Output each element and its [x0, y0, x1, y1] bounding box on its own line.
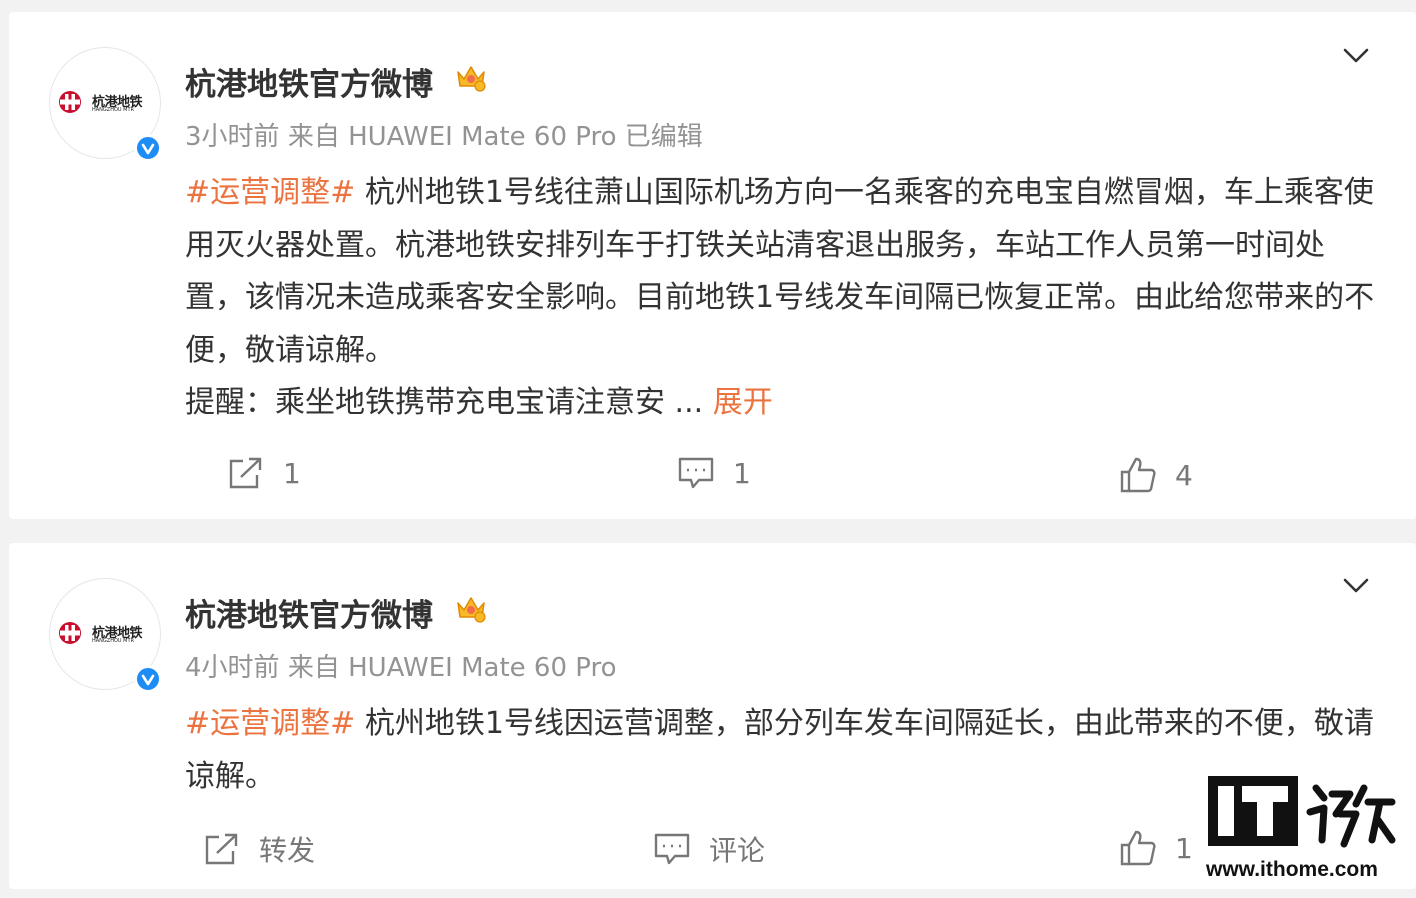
topic-tag[interactable]: #运营调整# — [185, 706, 355, 741]
chevron-down-icon[interactable] — [1342, 47, 1370, 65]
post-time: 3小时前 — [185, 122, 280, 152]
like-icon — [1120, 457, 1156, 493]
post-content: #运营调整# 杭州地铁1号线往萧山国际机场方向一名乘客的充电宝自燃冒烟，车上乘客… — [185, 167, 1380, 430]
repost-count: 1 — [283, 456, 301, 490]
like-button[interactable]: 4 — [1119, 456, 1193, 494]
crown-icon — [457, 597, 486, 623]
post-source: 来自 HUAWEI Mate 60 Pro — [287, 653, 617, 683]
ithome-logo — [1208, 776, 1396, 848]
repost-label: 转发 — [259, 834, 316, 867]
hangzhou-mtr-logo: 杭港地铁 HANGZHOU MTR — [58, 621, 154, 647]
post-meta: 3小时前 来自 HUAWEI Mate 60 Pro 已编辑 — [185, 116, 703, 153]
ithome-watermark: www.ithome.com — [1196, 768, 1406, 888]
hangzhou-mtr-logo: 杭港地铁 HANGZHOU MTR — [58, 90, 154, 116]
chevron-down-icon[interactable] — [1342, 577, 1370, 595]
watermark-url: www.ithome.com — [1206, 858, 1378, 881]
author-name[interactable]: 杭港地铁官方微博 — [185, 590, 433, 635]
reminder-text: 提醒：乘坐地铁携带充电宝请注意安 ... — [185, 385, 704, 420]
like-count: 4 — [1175, 458, 1193, 492]
avatar[interactable]: 杭港地铁 HANGZHOU MTR — [49, 578, 162, 693]
crown-icon — [457, 66, 486, 92]
post-meta: 4小时前 来自 HUAWEI Mate 60 Pro — [185, 647, 617, 684]
expand-link[interactable]: 展开 — [713, 385, 773, 420]
post-text: 杭州地铁1号线往萧山国际机场方向一名乘客的充电宝自燃冒烟，车上乘客使用灭火器处置… — [185, 175, 1375, 368]
like-icon — [1120, 830, 1156, 866]
logo-subtext: HANGZHOU MTR — [92, 107, 135, 113]
repost-button[interactable]: 转发 — [203, 829, 315, 869]
verified-icon — [134, 134, 162, 162]
verified-icon — [134, 665, 162, 693]
post-time: 4小时前 — [185, 653, 280, 683]
repost-icon — [229, 457, 262, 489]
repost-icon — [205, 833, 238, 865]
weibo-post: 杭港地铁 HANGZHOU MTR 杭港地铁官方微博 3小时前 来自 HUAWE… — [9, 12, 1416, 519]
comment-label: 评论 — [709, 834, 766, 867]
avatar[interactable]: 杭港地铁 HANGZHOU MTR — [49, 47, 162, 162]
comment-icon — [654, 833, 690, 865]
author-name[interactable]: 杭港地铁官方微博 — [185, 59, 433, 104]
like-button[interactable]: 1 — [1119, 829, 1193, 867]
repost-button[interactable]: 1 — [227, 456, 301, 490]
topic-tag[interactable]: #运营调整# — [185, 175, 355, 210]
post-source: 来自 HUAWEI Mate 60 Pro — [287, 122, 617, 152]
comment-count: 1 — [733, 456, 751, 490]
logo-subtext: HANGZHOU MTR — [92, 638, 135, 644]
comment-button[interactable]: 1 — [677, 456, 751, 490]
edited-label[interactable]: 已编辑 — [625, 122, 703, 152]
comment-button[interactable]: 评论 — [653, 829, 765, 869]
like-count: 1 — [1175, 831, 1193, 865]
comment-icon — [678, 457, 714, 489]
